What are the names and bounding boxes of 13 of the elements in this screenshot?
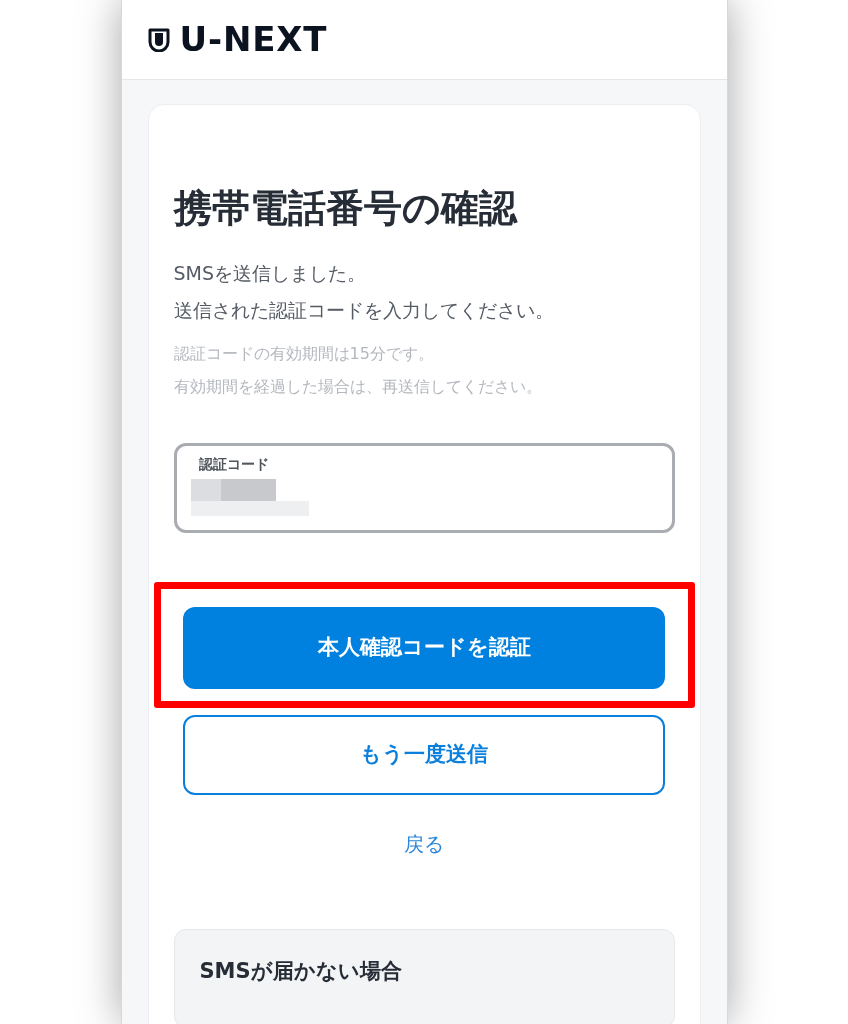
shield-logo-icon: [147, 27, 170, 52]
logo-text: U-NEXT: [179, 18, 328, 61]
back-link[interactable]: 戻る: [404, 828, 444, 859]
page-title: 携帯電話番号の確認: [173, 185, 519, 232]
code-input-field[interactable]: 認証コード: [173, 442, 675, 533]
note-text: 有効期間を経過した場合は、再送信してください。: [173, 375, 543, 398]
instruction-text: 送信された認証コードを入力してください。: [173, 297, 555, 323]
verify-button[interactable]: 本人確認コードを認証: [183, 606, 665, 689]
resend-button[interactable]: もう一度送信: [183, 714, 665, 795]
note-text: 認証コードの有効期間は15分です。: [173, 342, 435, 365]
help-title: SMSが届かない場合: [199, 957, 403, 985]
instruction-text: SMSを送信しました。: [173, 260, 367, 286]
field-label: 認証コード: [198, 454, 270, 474]
